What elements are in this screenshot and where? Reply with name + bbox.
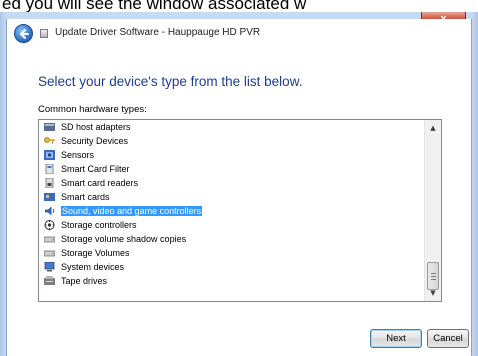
storage-controller-icon bbox=[44, 220, 55, 230]
tape-drive-icon bbox=[44, 276, 55, 285]
dialog-client-area: Update Driver Software - Hauppauge HD PV… bbox=[6, 19, 472, 356]
list-item[interactable]: Sound, video and game controllers bbox=[39, 204, 424, 218]
window-title: Update Driver Software - Hauppauge HD PV… bbox=[55, 27, 261, 38]
list-item-label: Storage volume shadow copies bbox=[61, 234, 187, 244]
scroll-up-button[interactable]: ▲ bbox=[425, 120, 441, 136]
list-label: Common hardware types: bbox=[38, 104, 147, 115]
back-button[interactable] bbox=[14, 24, 33, 43]
next-button[interactable]: Next bbox=[370, 329, 422, 348]
vertical-scrollbar[interactable]: ▲ ▼ bbox=[424, 120, 441, 301]
list-item-label: Smart cards bbox=[61, 192, 110, 202]
computer-icon bbox=[44, 262, 55, 272]
list-item[interactable]: Security Devices bbox=[39, 134, 424, 148]
list-item-label: Tape drives bbox=[61, 276, 108, 286]
speaker-icon bbox=[45, 206, 55, 216]
list-item-label: Sensors bbox=[61, 150, 95, 160]
sd-host-adapter-icon bbox=[44, 123, 55, 131]
page-heading: Select your device's type from the list … bbox=[38, 74, 303, 89]
back-arrow-icon bbox=[20, 29, 29, 39]
list-item-label: Smart Card Filter bbox=[61, 164, 130, 174]
list-item[interactable]: Smart Card Filter bbox=[39, 162, 424, 176]
smart-card-reader-icon bbox=[45, 178, 54, 188]
drive-icon bbox=[44, 250, 55, 257]
smart-card-icon bbox=[44, 193, 55, 201]
header-bar: Update Driver Software - Hauppauge HD PV… bbox=[7, 19, 471, 53]
list-item-label: Storage controllers bbox=[61, 220, 137, 230]
list-item-label: Sound, video and game controllers bbox=[61, 206, 203, 216]
grip-line bbox=[431, 273, 436, 274]
grip-line bbox=[431, 276, 436, 277]
sensor-icon bbox=[44, 150, 55, 160]
list-item-label: System devices bbox=[61, 262, 125, 272]
cancel-button[interactable]: Cancel bbox=[427, 329, 469, 348]
list-item[interactable]: Smart cards bbox=[39, 190, 424, 204]
list-item-label: SD host adapters bbox=[61, 122, 131, 132]
list-item-label: Security Devices bbox=[61, 136, 129, 146]
key-icon bbox=[44, 137, 55, 144]
list-rows: SD host adapters Security Devices Sensors S… bbox=[39, 120, 424, 288]
list-item[interactable]: Sensors bbox=[39, 148, 424, 162]
driver-icon bbox=[40, 29, 48, 38]
list-item[interactable]: Storage Volumes bbox=[39, 246, 424, 260]
list-item-label: Smart card readers bbox=[61, 178, 139, 188]
list-item[interactable]: SD host adapters bbox=[39, 120, 424, 134]
hardware-type-list[interactable]: SD host adapters Security Devices Sensors S… bbox=[38, 119, 442, 302]
drive-icon bbox=[44, 236, 55, 243]
scroll-down-button[interactable]: ▼ bbox=[425, 285, 441, 301]
list-item[interactable]: System devices bbox=[39, 260, 424, 274]
list-item[interactable]: Tape drives bbox=[39, 274, 424, 288]
list-item[interactable]: Smart card readers bbox=[39, 176, 424, 190]
grip-line bbox=[431, 279, 436, 280]
list-item[interactable]: Storage controllers bbox=[39, 218, 424, 232]
list-item-label: Storage Volumes bbox=[61, 248, 130, 258]
list-item[interactable]: Storage volume shadow copies bbox=[39, 232, 424, 246]
smart-card-filter-icon bbox=[45, 164, 54, 174]
